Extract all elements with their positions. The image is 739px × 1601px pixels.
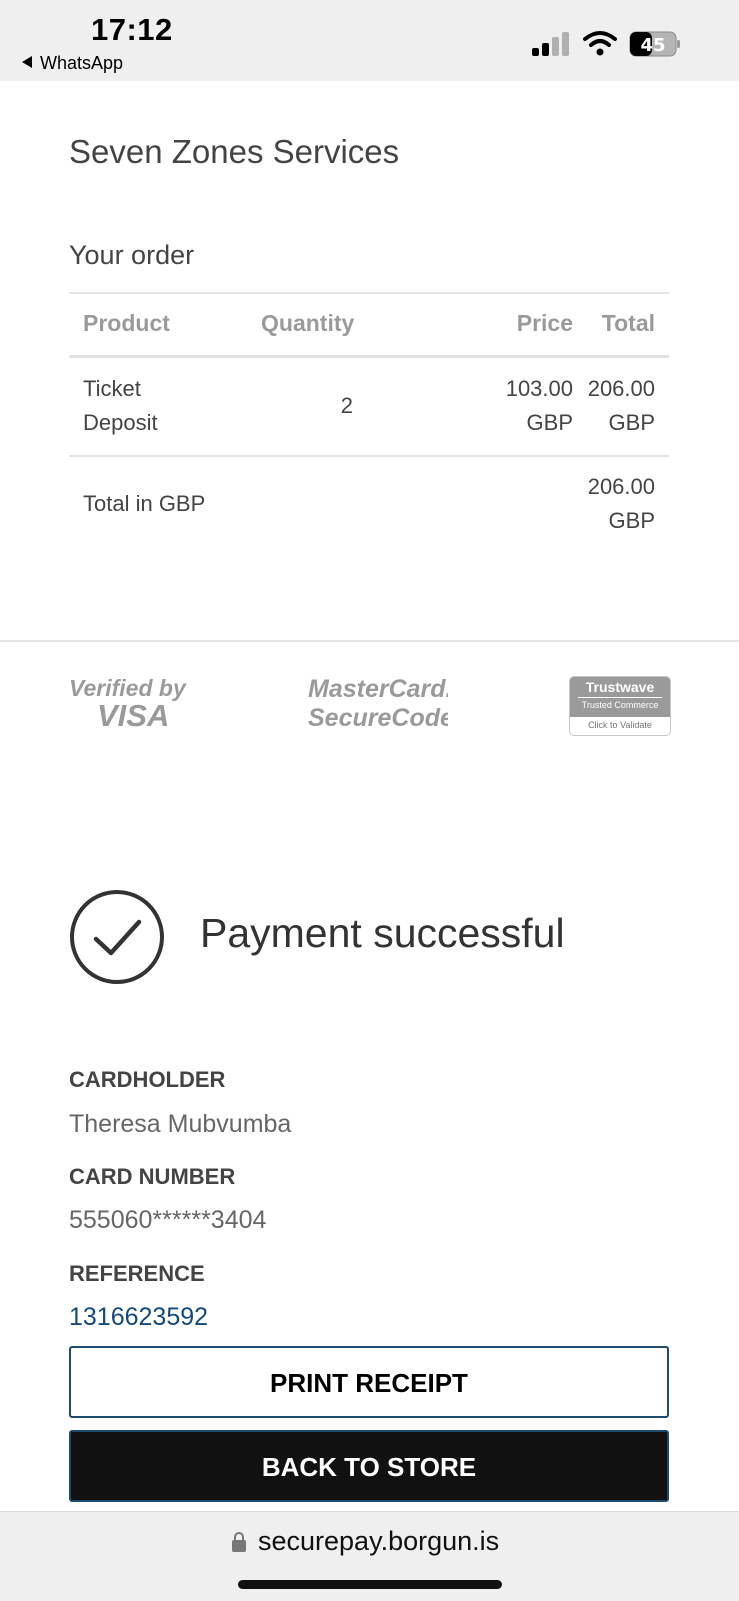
svg-text:SecureCode.: SecureCode. xyxy=(308,704,448,732)
status-bar: 17:12 WhatsApp 45 xyxy=(0,0,739,81)
grand-total-amount: 206.00 xyxy=(587,474,655,499)
product-name-line2: Deposit xyxy=(83,410,158,435)
store-name: Seven Zones Services xyxy=(69,133,400,170)
price-amount: 103.00 xyxy=(505,376,573,401)
lock-icon xyxy=(232,1532,246,1552)
reference-label: REFERENCE xyxy=(69,1261,205,1286)
grand-total-value: 206.00 GBP xyxy=(549,470,655,538)
grand-total-currency: GBP xyxy=(608,508,655,533)
column-header-price: Price xyxy=(516,310,573,336)
trustwave-header: Trustwave Trusted Commerce xyxy=(570,677,670,717)
card-number-label: CARD NUMBER xyxy=(69,1164,236,1189)
print-receipt-button[interactable]: PRINT RECEIPT xyxy=(69,1346,669,1418)
browser-url-bar[interactable]: securepay.borgun.is xyxy=(0,1511,739,1601)
back-arrow-icon xyxy=(22,56,32,68)
back-to-store-button[interactable]: BACK TO STORE xyxy=(69,1430,669,1502)
column-header-total: Total xyxy=(601,310,655,336)
total-currency: GBP xyxy=(608,410,655,435)
back-to-app-link[interactable]: WhatsApp xyxy=(22,53,123,74)
section-divider xyxy=(0,640,739,642)
table-row-border xyxy=(69,455,669,457)
home-indicator[interactable] xyxy=(238,1580,502,1589)
table-header-border xyxy=(69,355,669,358)
trustwave-validate-link[interactable]: Click to Validate xyxy=(570,717,670,734)
battery-level: 45 xyxy=(640,35,665,56)
card-number-value: 555060******3404 xyxy=(69,1206,267,1234)
column-header-product: Product xyxy=(83,310,170,336)
grand-total-label: Total in GBP xyxy=(83,491,206,516)
column-header-quantity: Quantity xyxy=(261,310,355,336)
cardholder-value: Theresa Mubvumba xyxy=(69,1110,292,1138)
price-currency: GBP xyxy=(526,410,573,435)
cardholder-label: CARDHOLDER xyxy=(69,1067,226,1092)
cellular-signal-icon xyxy=(532,32,569,56)
trustwave-badge[interactable]: Trustwave Trusted Commerce Click to Vali… xyxy=(569,676,671,736)
total-cell: 206.00 GBP xyxy=(549,372,655,440)
battery-icon: 45 xyxy=(629,31,680,57)
svg-text:VISA: VISA xyxy=(97,698,169,732)
back-app-label: WhatsApp xyxy=(40,53,124,73)
payment-status-message: Payment successful xyxy=(200,910,565,956)
order-title: Your order xyxy=(69,240,195,270)
status-time: 17:12 xyxy=(91,12,173,47)
wifi-icon xyxy=(583,31,617,56)
table-top-border xyxy=(69,292,669,294)
price-cell: 103.00 GBP xyxy=(399,372,573,440)
mastercard-securecode-logo: MasterCard. SecureCode. xyxy=(308,675,448,732)
trustwave-subtitle: Trusted Commerce xyxy=(578,697,662,710)
checkmark-circle-icon xyxy=(70,890,164,984)
total-amount: 206.00 xyxy=(587,376,655,401)
reference-value: 1316623592 xyxy=(69,1303,209,1331)
svg-text:MasterCard.: MasterCard. xyxy=(308,675,448,703)
product-name-line1: Ticket xyxy=(83,376,141,401)
page-url[interactable]: securepay.borgun.is xyxy=(258,1526,499,1557)
quantity-cell: 2 xyxy=(340,393,353,418)
verified-by-visa-logo: Verified by VISA xyxy=(69,675,187,732)
trustwave-name: Trustwave xyxy=(585,679,655,695)
product-cell: Ticket Deposit xyxy=(83,372,158,440)
